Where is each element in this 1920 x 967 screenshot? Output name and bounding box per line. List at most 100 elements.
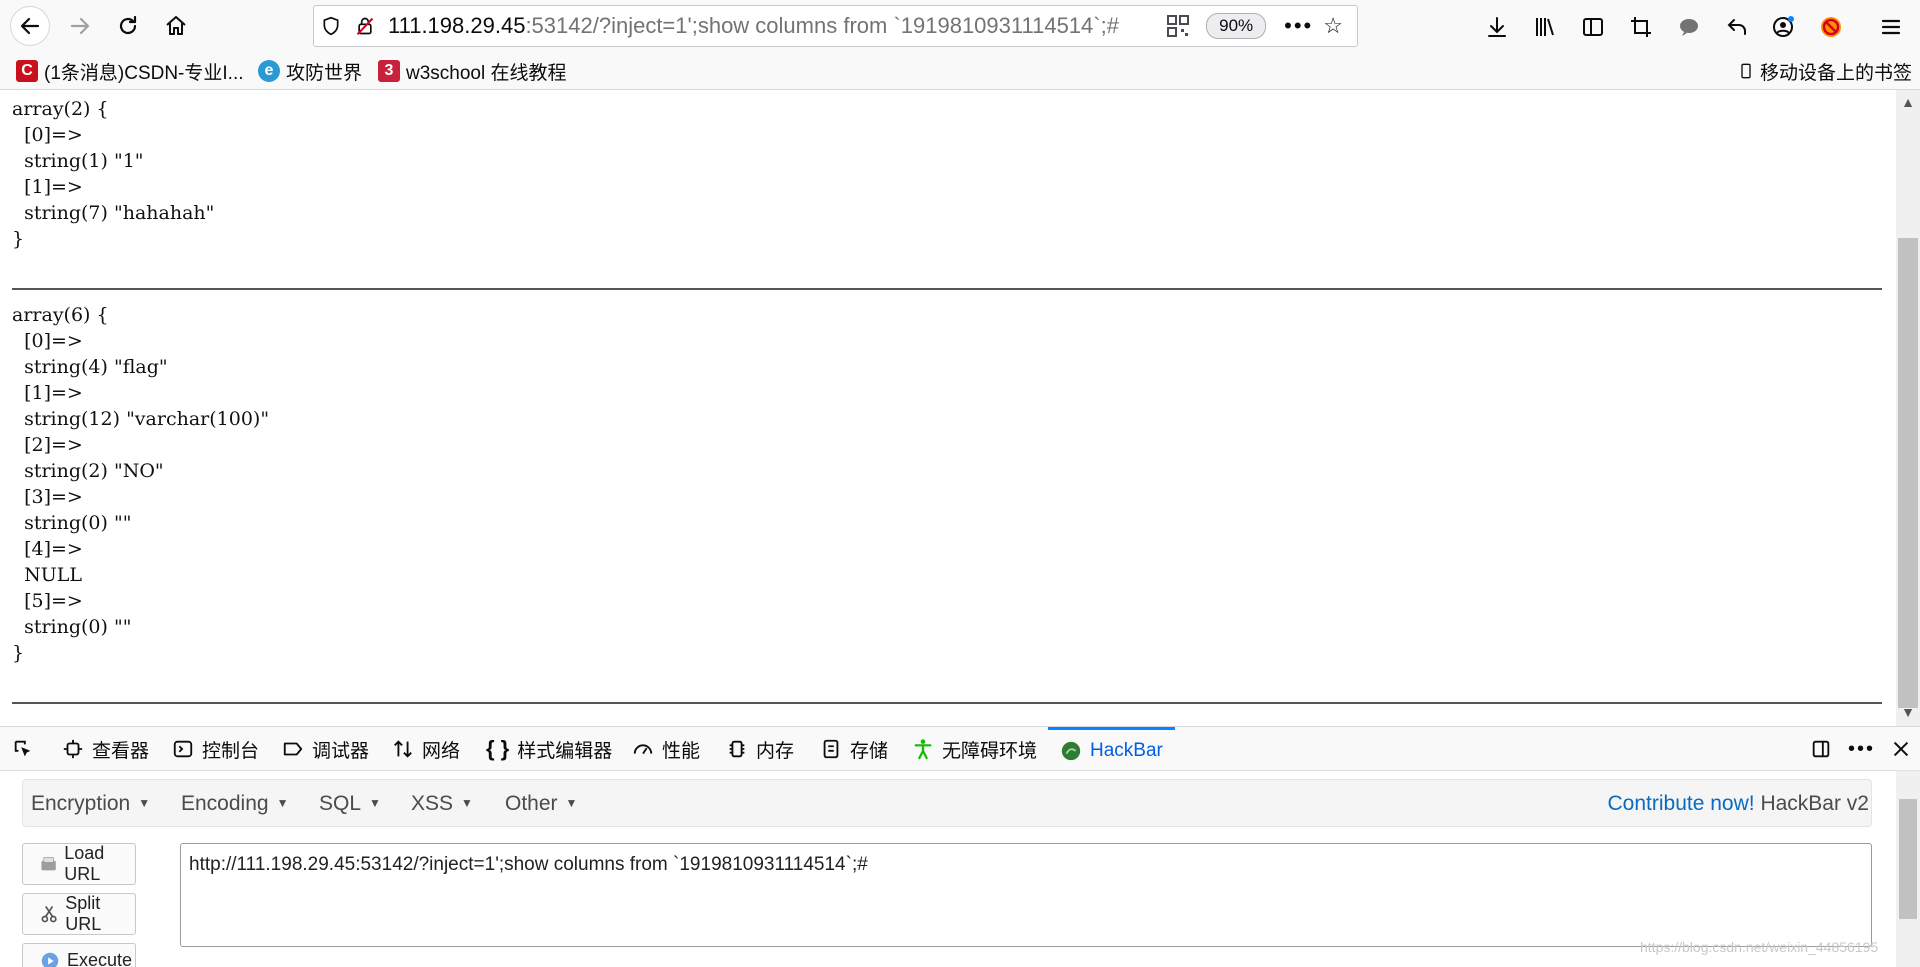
scroll-down-icon[interactable]: ▼ bbox=[1900, 704, 1916, 720]
csdn-icon: C bbox=[16, 60, 38, 82]
insecure-lock-icon[interactable] bbox=[348, 6, 382, 46]
scrollbar-thumb[interactable] bbox=[1898, 238, 1918, 708]
dock-side-icon bbox=[1812, 740, 1830, 758]
tab-performance[interactable]: 性能 bbox=[632, 727, 700, 771]
caret-down-icon: ▼ bbox=[461, 796, 473, 810]
split-url-button[interactable]: Split URL bbox=[22, 893, 136, 935]
button-label: Execute bbox=[67, 950, 133, 967]
devtools-panel: 查看器 控制台 调试器 网络 { } 样式编辑器 性能 内存 存储 无障碍环境 … bbox=[0, 726, 1920, 967]
hackbar-contrib: Contribute now! HackBar v2 bbox=[1608, 792, 1869, 816]
storage-icon bbox=[823, 739, 839, 759]
network-arrows-icon bbox=[394, 740, 412, 758]
page-actions-icon[interactable]: ••• bbox=[1284, 13, 1313, 39]
result-dump-1: array(2) { [0]=> string(1) "1" [1]=> str… bbox=[12, 98, 215, 250]
element-picker-button[interactable] bbox=[12, 727, 34, 771]
globe-icon: e bbox=[258, 60, 280, 82]
debugger-icon bbox=[283, 742, 303, 756]
hackbar-menu-bar: Encryption ▼ Encoding ▼ SQL ▼ XSS ▼ Other ▼ C… bbox=[22, 779, 1872, 827]
menu-label: Encoding bbox=[181, 792, 269, 815]
shield-icon[interactable] bbox=[314, 6, 348, 46]
home-button[interactable] bbox=[156, 6, 196, 46]
tab-storage[interactable]: 存储 bbox=[820, 727, 888, 771]
forward-button[interactable] bbox=[60, 6, 100, 46]
hackbar-url-textarea[interactable]: http://111.198.29.45:53142/?inject=1';sh… bbox=[180, 843, 1872, 947]
menu-other[interactable]: Other ▼ bbox=[505, 792, 577, 816]
page-scrollbar[interactable]: ▲ ▼ bbox=[1896, 90, 1920, 726]
menu-encryption[interactable]: Encryption ▼ bbox=[31, 792, 150, 816]
console-icon bbox=[173, 740, 193, 758]
tab-accessibility[interactable]: 无障碍环境 bbox=[912, 727, 1037, 771]
bookmark-gongfang[interactable]: e 攻防世界 bbox=[258, 58, 362, 84]
devtools-scrollbar[interactable] bbox=[1896, 771, 1920, 967]
url-path: :53142/?inject=1';show columns from `191… bbox=[525, 13, 1119, 38]
hackbar-logo-icon bbox=[1061, 741, 1081, 760]
tab-label: 存储 bbox=[850, 740, 889, 762]
menu-label: SQL bbox=[319, 792, 362, 815]
caret-down-icon: ▼ bbox=[276, 796, 289, 810]
mobile-bookmarks[interactable]: 移动设备上的书签 bbox=[1738, 58, 1912, 84]
undo-arrow-icon[interactable] bbox=[1722, 12, 1752, 42]
chat-bubble-icon[interactable] bbox=[1674, 12, 1704, 42]
reload-button[interactable] bbox=[108, 6, 148, 46]
menu-sql[interactable]: SQL ▼ bbox=[319, 792, 381, 816]
tab-label: 内存 bbox=[756, 740, 795, 762]
tab-debugger[interactable]: 调试器 bbox=[282, 727, 369, 771]
url-text[interactable]: 111.198.29.45:53142/?inject=1';show colu… bbox=[382, 13, 1166, 39]
tab-hackbar[interactable]: HackBar bbox=[1048, 727, 1175, 771]
zoom-level-badge[interactable]: 90% bbox=[1206, 13, 1267, 39]
contribute-link[interactable]: Contribute now! bbox=[1608, 792, 1755, 815]
library-icon[interactable] bbox=[1530, 12, 1560, 42]
bookmark-csdn[interactable]: C (1条消息)CSDN-专业I... bbox=[16, 58, 244, 84]
close-devtools-button[interactable] bbox=[1890, 727, 1912, 771]
tab-style-editor[interactable]: { } 样式编辑器 bbox=[486, 727, 612, 771]
mobile-bookmarks-label: 移动设备上的书签 bbox=[1760, 62, 1913, 84]
qr-code-icon[interactable] bbox=[1166, 14, 1190, 38]
w3school-icon: 3 bbox=[378, 60, 400, 82]
download-icon[interactable] bbox=[1482, 12, 1512, 42]
button-label: Split URL bbox=[65, 893, 102, 934]
button-label: Load URL bbox=[64, 843, 105, 884]
load-url-icon bbox=[41, 857, 56, 871]
tab-inspector[interactable]: 查看器 bbox=[62, 727, 149, 771]
tab-label: 控制台 bbox=[202, 740, 260, 762]
execute-button[interactable]: Execute bbox=[22, 943, 136, 967]
bookmark-w3school[interactable]: 3 w3school 在线教程 bbox=[378, 58, 567, 84]
url-host: 111.198.29.45 bbox=[388, 13, 526, 38]
result-dump-2: array(6) { [0]=> string(4) "flag" [1]=> … bbox=[12, 304, 270, 664]
tab-label: HackBar bbox=[1090, 739, 1163, 761]
hamburger-menu-icon[interactable] bbox=[1876, 12, 1906, 42]
tab-memory[interactable]: 内存 bbox=[726, 727, 794, 771]
screenshot-crop-icon[interactable] bbox=[1626, 12, 1656, 42]
memory-chip-icon bbox=[729, 740, 745, 758]
accessibility-person-icon bbox=[914, 739, 932, 760]
url-bar[interactable]: 111.198.29.45:53142/?inject=1';show colu… bbox=[313, 5, 1358, 47]
scissors-icon bbox=[41, 905, 57, 923]
performance-gauge-icon bbox=[633, 744, 653, 755]
menu-xss[interactable]: XSS ▼ bbox=[411, 792, 473, 816]
tab-console[interactable]: 控制台 bbox=[172, 727, 259, 771]
scroll-up-icon[interactable]: ▲ bbox=[1900, 94, 1916, 110]
sidebar-icon[interactable] bbox=[1578, 12, 1608, 42]
devtools-options-button[interactable]: ••• bbox=[1848, 727, 1875, 771]
horizontal-rule bbox=[12, 288, 1882, 290]
menu-encoding[interactable]: Encoding ▼ bbox=[181, 792, 288, 816]
bookmarks-bar: C (1条消息)CSDN-专业I... e 攻防世界 3 w3school 在线… bbox=[0, 52, 1920, 90]
dock-toggle-button[interactable] bbox=[1810, 727, 1832, 771]
back-button[interactable] bbox=[10, 6, 50, 46]
tab-network[interactable]: 网络 bbox=[392, 727, 460, 771]
caret-down-icon: ▼ bbox=[369, 796, 381, 810]
scrollbar-thumb[interactable] bbox=[1899, 799, 1917, 919]
load-url-button[interactable]: Load URL bbox=[22, 843, 136, 885]
extension-blocker-icon[interactable] bbox=[1816, 12, 1846, 42]
horizontal-rule bbox=[12, 702, 1882, 704]
caret-down-icon: ▼ bbox=[138, 796, 151, 810]
close-icon bbox=[1893, 741, 1909, 757]
star-bookmark-icon[interactable]: ☆ bbox=[1323, 13, 1343, 39]
menu-label: Other bbox=[505, 792, 558, 815]
tab-label: 网络 bbox=[422, 740, 461, 762]
browser-toolbar: 111.198.29.45:53142/?inject=1';show colu… bbox=[0, 0, 1920, 52]
tab-label: 查看器 bbox=[92, 740, 150, 762]
reload-icon bbox=[119, 15, 137, 35]
account-icon[interactable] bbox=[1768, 12, 1798, 42]
mobile-device-icon bbox=[1741, 63, 1751, 79]
